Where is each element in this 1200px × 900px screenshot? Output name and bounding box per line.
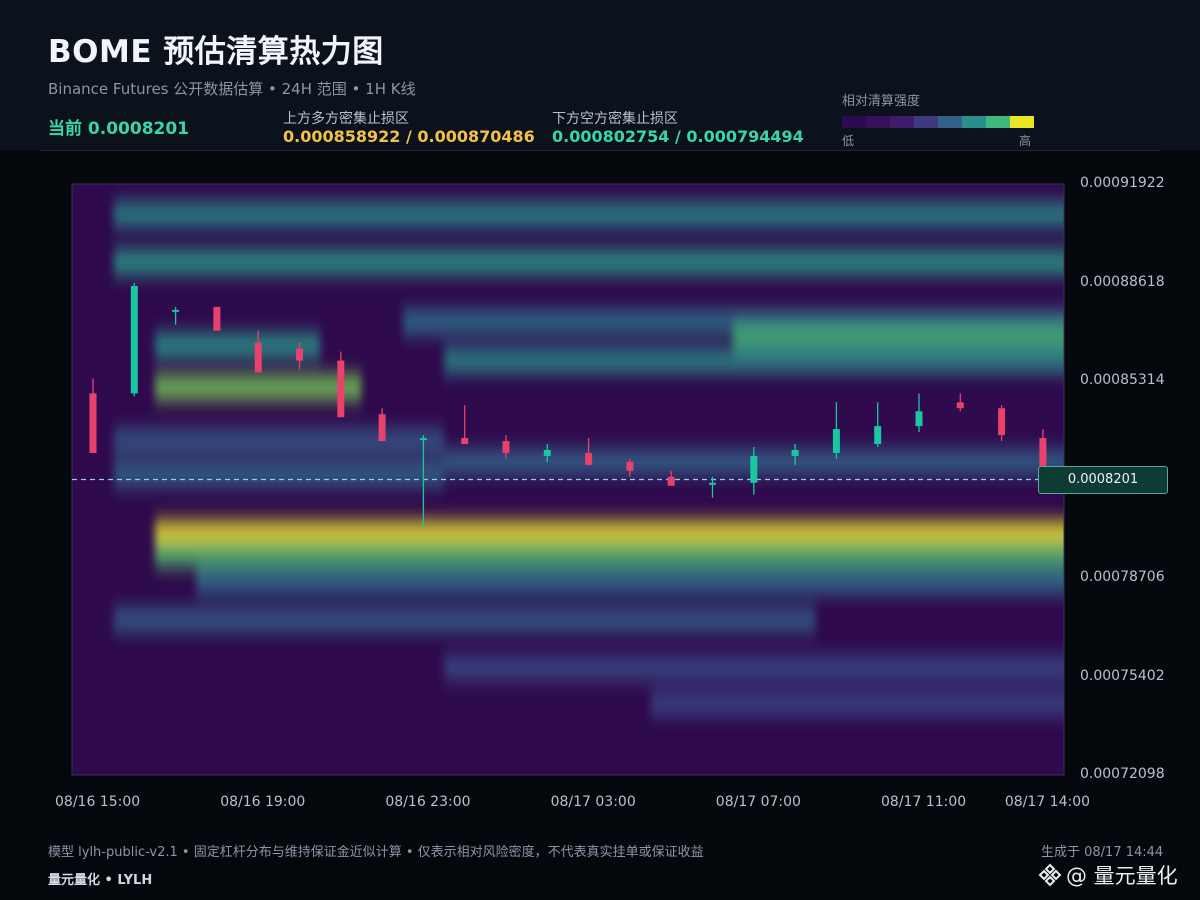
heatmap-band <box>196 568 1064 594</box>
generated-time: 生成于 08/17 14:44 <box>1041 845 1164 860</box>
y-tick-label: 0.00078706 <box>1080 569 1165 585</box>
x-tick-label: 08/17 07:00 <box>715 794 801 810</box>
candle-body <box>874 426 882 445</box>
watermark-text: @ 量元量化 <box>1066 864 1178 888</box>
x-tick-label: 08/16 15:00 <box>55 794 141 810</box>
y-tick-label: 0.00091922 <box>1080 175 1165 191</box>
y-tick-label: 0.00085314 <box>1080 372 1165 388</box>
candle-body <box>998 408 1006 436</box>
candle-body <box>626 461 634 471</box>
candle-body <box>956 402 964 409</box>
binance-logo-icon <box>1038 863 1062 887</box>
x-tick-label: 08/17 03:00 <box>550 794 636 810</box>
candle-body <box>254 342 262 373</box>
heatmap-band <box>113 249 1064 275</box>
heatmap-band <box>733 324 1064 350</box>
candle-body <box>89 393 97 453</box>
candle-body <box>832 429 840 453</box>
candle-body <box>296 348 303 361</box>
x-tick-label: 08/17 14:00 <box>1004 794 1091 810</box>
candle-body <box>667 476 675 486</box>
candle-body <box>709 482 716 485</box>
brand-label: 量元量化 • LYLH <box>48 873 153 888</box>
y-tick-label: 0.00088618 <box>1080 273 1165 290</box>
candle-body <box>750 455 758 483</box>
candle-body <box>419 438 427 441</box>
heatmap-band <box>444 347 1064 374</box>
candle-body <box>915 411 923 427</box>
current-price-tag: 0.0008201 <box>1038 465 1168 494</box>
x-tick-label: 08/16 19:00 <box>220 794 306 810</box>
candle-body <box>461 438 469 445</box>
heatmap-band <box>113 201 1064 228</box>
heatmap-band <box>650 690 1064 717</box>
candle-body <box>337 360 345 418</box>
heatmap-band <box>113 428 445 454</box>
x-tick-label: 08/17 11:00 <box>881 794 967 810</box>
heatmap-chart <box>71 183 1065 776</box>
heatmap-band <box>113 607 816 633</box>
candle-body <box>213 306 221 331</box>
candle-body <box>172 309 180 312</box>
y-tick-label: 0.00072098 <box>1080 766 1165 782</box>
candle-body <box>791 449 799 456</box>
candle-body <box>543 449 551 456</box>
heatmap-band <box>154 541 1064 567</box>
x-tick-label: 08/16 23:00 <box>385 794 471 810</box>
candle-body <box>378 414 386 442</box>
candle-body <box>1039 438 1047 468</box>
heatmap-band <box>154 374 362 401</box>
y-tick-label: 0.00075402 <box>1080 667 1165 684</box>
candle-body <box>502 441 510 453</box>
heatmap-band <box>444 654 1064 681</box>
candle-body <box>130 286 138 394</box>
watermark: @ 量元量化 <box>1038 860 1178 890</box>
heatmap-band <box>154 332 321 359</box>
candle-body <box>585 452 593 465</box>
heatmap-band <box>113 461 445 487</box>
heatmap-band <box>444 449 1064 475</box>
footer-note: 模型 lylh-public-v2.1 • 固定杠杆分布与维持保证金近似计算 •… <box>48 845 704 860</box>
